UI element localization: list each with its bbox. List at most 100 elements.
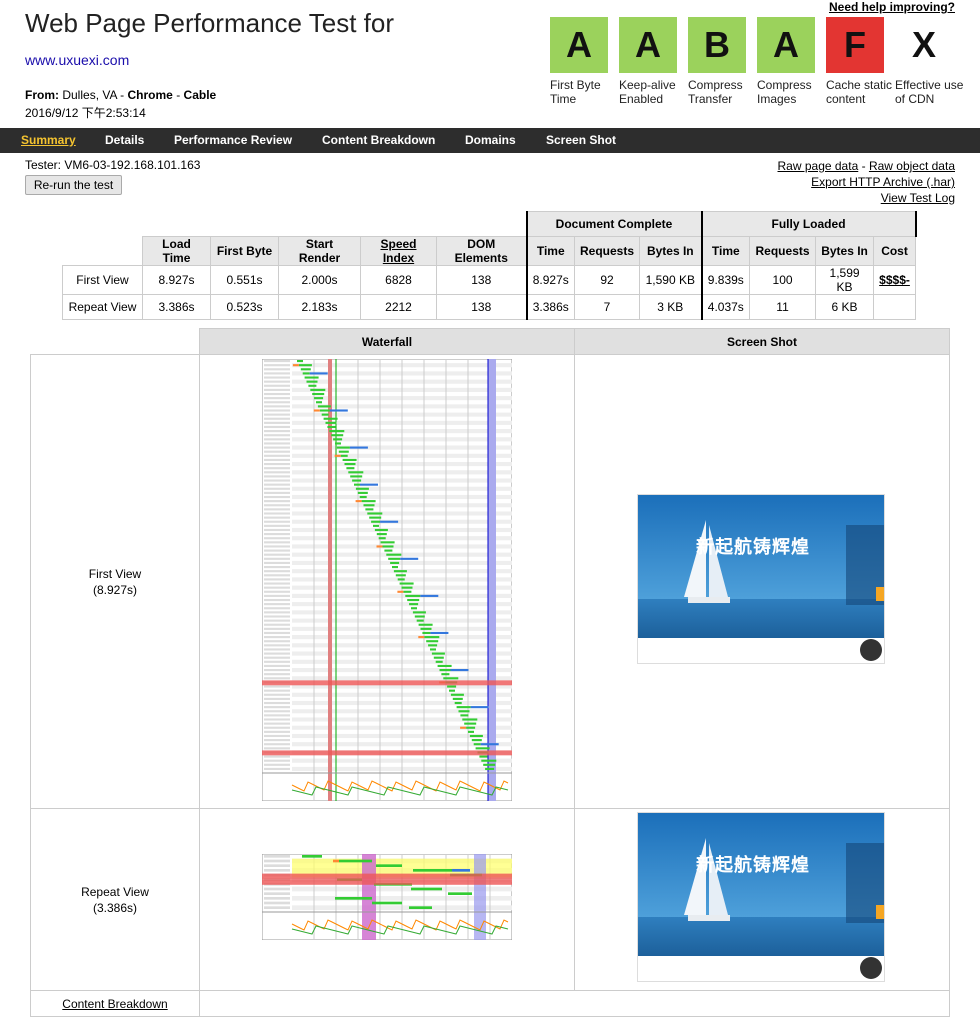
cell: 2.000s xyxy=(278,265,361,295)
rerun-test-button[interactable]: Re-run the test xyxy=(25,175,122,195)
cell: 3 KB xyxy=(639,294,703,320)
repeat-view-time: (3.386s) xyxy=(92,900,138,915)
grade-first-byte[interactable]: A First Byte Time xyxy=(550,17,610,106)
cell: 3.386s xyxy=(142,294,211,320)
test-date: 2016/9/12 下午2:53:14 xyxy=(25,106,146,120)
repeat-view-waterfall-cell xyxy=(199,808,575,991)
cost-link[interactable]: $$$$- xyxy=(873,265,917,295)
first-view-waterfall-cell xyxy=(199,354,575,809)
screenshot-headline: 新起航铸辉煌 xyxy=(696,537,810,558)
col-doc-bytes: Bytes In xyxy=(639,236,703,266)
cell: 3.386s xyxy=(525,294,575,320)
first-view-label: First View xyxy=(88,566,142,581)
repeat-view-waterfall-image[interactable] xyxy=(262,854,512,940)
screenshot-header: Screen Shot xyxy=(574,328,950,355)
cell: 100 xyxy=(749,265,817,295)
tab-content-breakdown[interactable]: Content Breakdown xyxy=(322,133,435,147)
grade-keep-alive[interactable]: A Keep-alive Enabled xyxy=(619,17,679,106)
tab-screen-shot[interactable]: Screen Shot xyxy=(546,133,616,147)
table-row: Repeat View 3.386s 0.523s 2.183s 2212 13… xyxy=(62,294,917,320)
fully-loaded-header: Fully Loaded xyxy=(701,211,917,237)
grade-letter[interactable]: A xyxy=(550,17,608,73)
cell: 4.037s xyxy=(701,294,751,320)
export-links: Raw page data - Raw object data Export H… xyxy=(778,158,955,206)
row-label: Repeat View xyxy=(62,294,143,320)
content-breakdown-cell: Content Breakdown xyxy=(30,990,200,1017)
grade-label: Compress Images xyxy=(757,78,812,106)
waterfall-table: Waterfall Screen Shot First View (8.927s… xyxy=(30,328,950,1017)
grade-letter[interactable]: A xyxy=(757,17,815,73)
col-load-time: Load Time xyxy=(142,236,211,266)
cell: 92 xyxy=(573,265,641,295)
sailboat-icon xyxy=(684,838,730,921)
help-improving-link[interactable]: Need help improving? xyxy=(829,0,955,14)
col-full-bytes: Bytes In xyxy=(815,236,875,266)
col-dom-elements: DOM Elements xyxy=(436,236,527,266)
cell: 6 KB xyxy=(815,294,875,320)
repeat-view-screenshot-cell: 新起航铸辉煌 xyxy=(574,808,950,991)
cell: 6828 xyxy=(360,265,437,295)
cell: 0.523s xyxy=(210,294,279,320)
link-dash: - xyxy=(861,159,866,173)
raw-page-data-link[interactable]: Raw page data xyxy=(778,159,859,173)
repeat-view-screenshot[interactable]: 新起航铸辉煌 xyxy=(637,812,885,982)
cell: 2212 xyxy=(360,294,437,320)
connection-type: Cable xyxy=(183,88,217,102)
col-first-byte: First Byte xyxy=(210,236,279,266)
col-full-requests: Requests xyxy=(749,236,817,266)
main-nav: Summary Details Performance Review Conte… xyxy=(0,128,980,153)
grade-letter[interactable]: B xyxy=(688,17,746,73)
tested-url-link[interactable]: www.uxuexi.com xyxy=(25,52,129,68)
grade-label: First Byte Time xyxy=(550,78,601,106)
grade-label: Cache static content xyxy=(826,78,893,106)
tester-info: Tester: VM6-03-192.168.101.163 xyxy=(25,158,201,172)
row-label: First View xyxy=(62,265,143,295)
cell: 8.927s xyxy=(525,265,575,295)
from-sep: - xyxy=(176,88,181,102)
cell: 7 xyxy=(573,294,641,320)
grade-label: Compress Transfer xyxy=(688,78,743,106)
col-start-render: Start Render xyxy=(278,236,361,266)
repeat-view-label: Repeat View xyxy=(81,884,149,899)
browser-name: Chrome xyxy=(127,88,173,102)
cell: 1,590 KB xyxy=(639,265,703,295)
cell: 138 xyxy=(436,294,527,320)
content-breakdown-link[interactable]: Content Breakdown xyxy=(62,997,167,1011)
col-full-time: Time xyxy=(701,236,751,266)
grade-label: Effective use of CDN xyxy=(895,78,964,106)
grade-letter[interactable]: F xyxy=(826,17,884,73)
tab-details[interactable]: Details xyxy=(105,133,144,147)
col-cost: Cost xyxy=(873,236,917,266)
grade-cache-static[interactable]: F Cache static content xyxy=(826,17,892,106)
grade-compress-images[interactable]: A Compress Images xyxy=(757,17,817,106)
from-label: From: xyxy=(25,88,59,102)
document-complete-header: Document Complete xyxy=(525,211,703,237)
cell: 2.183s xyxy=(278,294,361,320)
repeat-view-cell: Repeat View (3.386s) xyxy=(30,808,200,991)
view-test-log-link[interactable]: View Test Log xyxy=(881,191,955,205)
first-view-screenshot-cell: 新起航铸辉煌 xyxy=(574,354,950,809)
grade-cdn[interactable]: X Effective use of CDN xyxy=(895,17,963,106)
cell: 9.839s xyxy=(701,265,751,295)
test-location: From: Dulles, VA - Chrome - Cable xyxy=(25,88,216,102)
raw-object-data-link[interactable]: Raw object data xyxy=(869,159,955,173)
tab-performance-review[interactable]: Performance Review xyxy=(174,133,292,147)
from-location: Dulles, VA - xyxy=(62,88,125,102)
table-row: First View 8.927s 0.551s 2.000s 6828 138… xyxy=(62,265,917,295)
first-view-waterfall-image[interactable] xyxy=(262,359,512,801)
export-har-link[interactable]: Export HTTP Archive (.har) xyxy=(811,175,955,189)
grade-letter[interactable]: X xyxy=(895,17,953,73)
sailboat-icon xyxy=(684,520,730,603)
grade-compress-transfer[interactable]: B Compress Transfer xyxy=(688,17,748,106)
first-view-cell: First View (8.927s) xyxy=(30,354,200,809)
grade-label: Keep-alive Enabled xyxy=(619,78,676,106)
tab-summary[interactable]: Summary xyxy=(21,133,76,147)
col-speed-index[interactable]: Speed Index xyxy=(360,236,437,266)
col-doc-time: Time xyxy=(525,236,575,266)
results-table: Document Complete Fully Loaded Load Time… xyxy=(62,211,917,320)
first-view-screenshot[interactable]: 新起航铸辉煌 xyxy=(637,494,885,664)
waterfall-header: Waterfall xyxy=(199,328,575,355)
cell: 11 xyxy=(749,294,817,320)
grade-letter[interactable]: A xyxy=(619,17,677,73)
tab-domains[interactable]: Domains xyxy=(465,133,516,147)
